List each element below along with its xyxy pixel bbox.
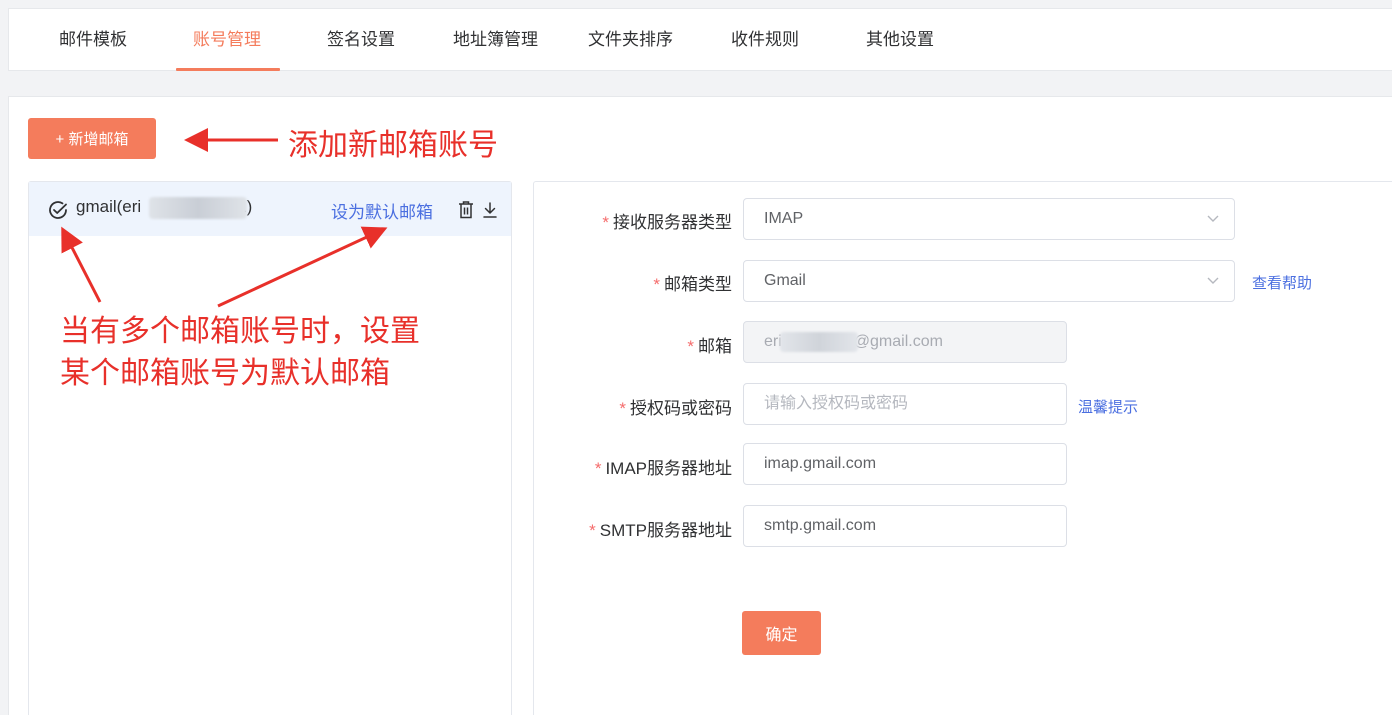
imap-server-field[interactable]: imap.gmail.com: [743, 443, 1067, 485]
annotation-line: 某个邮箱账号为默认邮箱: [60, 357, 390, 390]
settings-page: 邮件模板 账号管理 签名设置 地址簿管理 文件夹排序 收件规则 其他设置 + 新…: [0, 0, 1392, 715]
chevron-down-icon: [1207, 277, 1219, 284]
tab-account-management[interactable]: 账号管理: [193, 9, 261, 70]
tab-other-settings[interactable]: 其他设置: [866, 9, 934, 70]
tab-address-book[interactable]: 地址簿管理: [453, 9, 538, 70]
trash-icon[interactable]: [457, 200, 475, 220]
tips-link[interactable]: 温馨提示: [1078, 396, 1138, 417]
annotation-set-default: 当有多个邮箱账号时，设置 某个邮箱账号为默认邮箱: [60, 311, 420, 395]
chevron-down-icon: [1207, 215, 1219, 222]
annotation-line: 当有多个邮箱账号时，设置: [60, 315, 420, 348]
settings-tab-bar: 邮件模板 账号管理 签名设置 地址簿管理 文件夹排序 收件规则 其他设置: [8, 8, 1392, 71]
tab-receive-rules[interactable]: 收件规则: [731, 9, 799, 70]
auth-code-label: * 授权码或密码: [619, 399, 732, 418]
imap-server-label: * IMAP服务器地址: [594, 459, 732, 478]
redaction-mask: [780, 332, 858, 352]
account-list-item[interactable]: gmail(eri1) 设为默认邮箱: [29, 182, 511, 236]
auth-code-input[interactable]: [764, 385, 1066, 423]
receive-server-type-select[interactable]: IMAP: [743, 198, 1235, 240]
email-label: * 邮箱: [687, 337, 732, 356]
add-mailbox-button[interactable]: + 新增邮箱: [28, 118, 156, 159]
mailbox-type-label: * 邮箱类型: [653, 275, 732, 294]
set-default-mailbox-link[interactable]: 设为默认邮箱: [331, 198, 433, 223]
account-list: gmail(eri1) 设为默认邮箱: [28, 181, 512, 715]
confirm-button[interactable]: 确定: [742, 611, 821, 655]
tab-signature-settings[interactable]: 签名设置: [327, 9, 395, 70]
receive-server-type-label: * 接收服务器类型: [602, 213, 732, 232]
check-circle-icon: [49, 201, 67, 219]
tab-folder-sorting[interactable]: 文件夹排序: [588, 9, 673, 70]
smtp-server-field[interactable]: smtp.gmail.com: [743, 505, 1067, 547]
annotation-add-account: 添加新邮箱账号: [288, 129, 498, 162]
mailbox-type-select[interactable]: Gmail: [743, 260, 1235, 302]
tab-mail-templates[interactable]: 邮件模板: [59, 9, 127, 70]
smtp-server-label: * SMTP服务器地址: [589, 521, 732, 540]
auth-code-field: [743, 383, 1067, 425]
active-tab-indicator: [176, 68, 280, 71]
view-help-link[interactable]: 查看帮助: [1252, 272, 1312, 293]
redaction-mask: [149, 197, 247, 219]
download-icon[interactable]: [481, 200, 499, 220]
